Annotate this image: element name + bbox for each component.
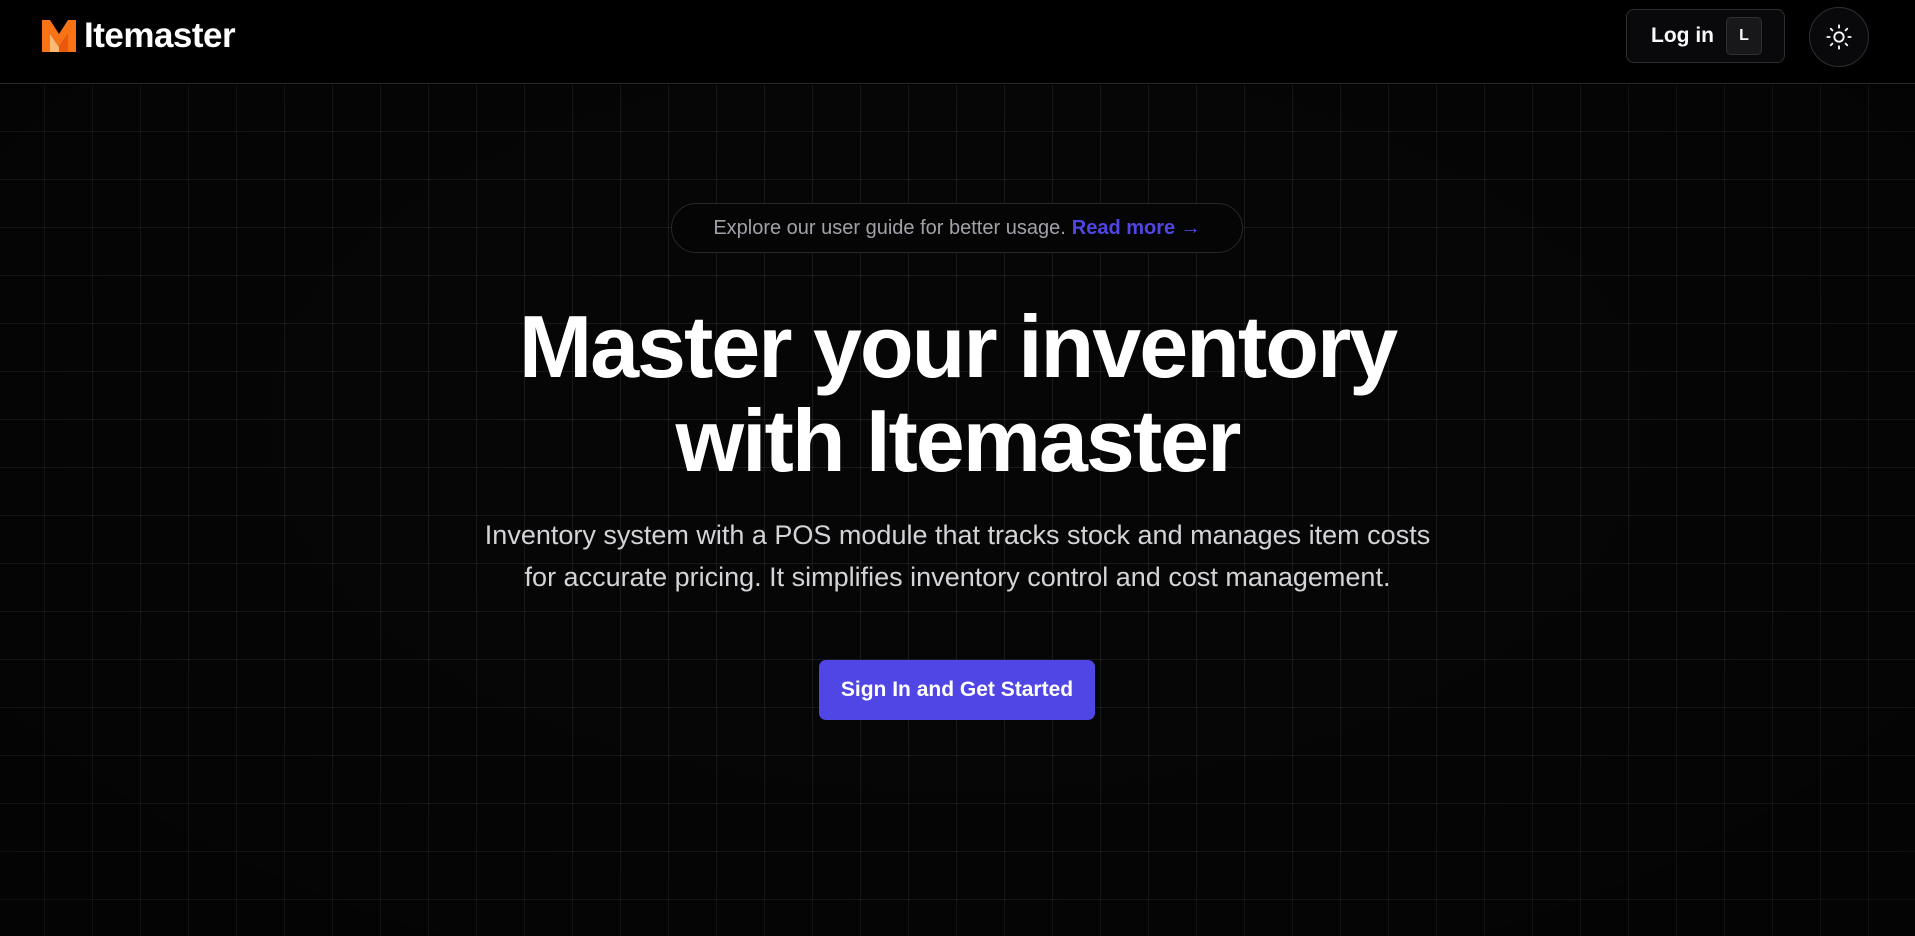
login-button[interactable]: Log in L bbox=[1626, 9, 1785, 63]
theme-toggle-button[interactable] bbox=[1809, 7, 1869, 67]
hero-title: Master your inventory with Itemaster bbox=[0, 300, 1915, 488]
hero-section: Explore our user guide for better usage.… bbox=[0, 85, 1915, 936]
announcement-text: Explore our user guide for better usage. bbox=[713, 216, 1066, 239]
login-button-label: Log in bbox=[1651, 24, 1714, 47]
brand-name: Itemaster bbox=[84, 16, 236, 55]
brand-logo[interactable]: Itemaster bbox=[42, 16, 236, 55]
sun-icon bbox=[1826, 24, 1852, 50]
hero-title-line-2: with Itemaster bbox=[675, 391, 1242, 490]
m-logo-icon bbox=[42, 20, 76, 52]
top-navbar: Itemaster Log in L bbox=[0, 0, 1915, 84]
read-more-link[interactable]: Read more → bbox=[1072, 217, 1201, 240]
announcement-pill: Explore our user guide for better usage.… bbox=[671, 203, 1243, 253]
login-shortcut-key: L bbox=[1725, 17, 1762, 55]
hero-description-line-1: Inventory system with a POS module that … bbox=[484, 520, 1431, 550]
hero-description-line-2: for accurate pricing. It simplifies inve… bbox=[524, 562, 1391, 592]
sign-in-get-started-button[interactable]: Sign In and Get Started bbox=[819, 660, 1095, 720]
hero-description: Inventory system with a POS module that … bbox=[0, 514, 1915, 598]
hero-title-line-1: Master your inventory bbox=[518, 297, 1398, 396]
